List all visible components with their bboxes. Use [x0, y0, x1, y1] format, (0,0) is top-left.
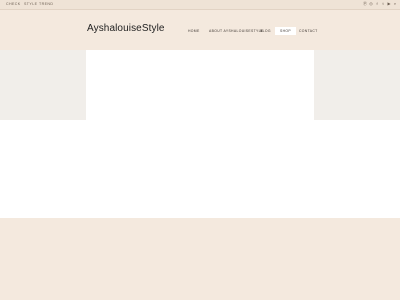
nav-item-blog[interactable]: Blog: [260, 29, 271, 33]
top-bar: Check Style Trend Ⓟ ◎ f t ▶ ⌕: [0, 0, 400, 10]
facebook-icon[interactable]: f: [375, 2, 379, 6]
banner-center-panel: [86, 50, 314, 120]
nav-item-about[interactable]: About AyshalouiseStyle: [209, 29, 264, 33]
pinterest-icon[interactable]: Ⓟ: [363, 2, 367, 6]
nav-item-home[interactable]: Home: [188, 29, 200, 33]
main-content-area: [0, 120, 400, 218]
topbar-link-style[interactable]: Style: [24, 2, 37, 6]
banner-right-panel: [314, 50, 400, 120]
site-header: [0, 10, 400, 50]
banner-left-panel: [0, 50, 86, 120]
nav-item-shop[interactable]: Shop: [275, 27, 297, 35]
search-icon[interactable]: ⌕: [393, 2, 397, 6]
nav-item-contact[interactable]: Contact: [299, 29, 318, 33]
twitter-icon[interactable]: t: [381, 2, 385, 6]
footer-area: [0, 218, 400, 300]
topbar-link-check[interactable]: Check: [6, 2, 21, 6]
youtube-icon[interactable]: ▶: [387, 2, 391, 6]
instagram-icon[interactable]: ◎: [369, 2, 373, 6]
topbar-link-trend[interactable]: Trend: [39, 2, 53, 6]
site-logo[interactable]: AyshalouiseStyle: [87, 23, 165, 34]
